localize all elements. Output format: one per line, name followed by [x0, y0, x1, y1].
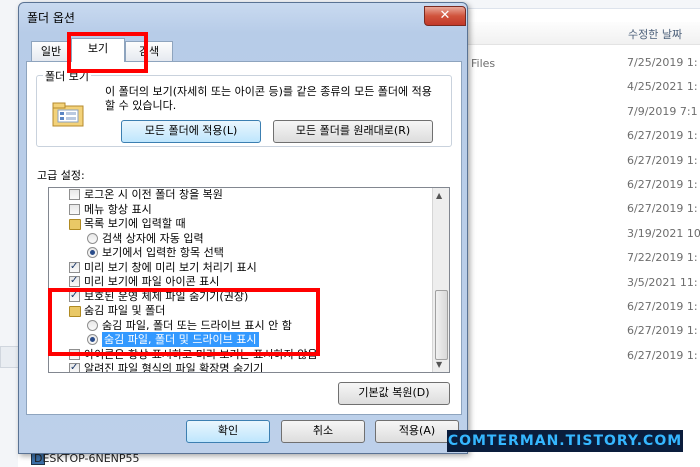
apply-to-folders-button[interactable]: 모든 폴더에 적용(L)	[121, 120, 261, 143]
setting-label: 알려진 파일 형식의 파일 확장명 숨기기	[84, 362, 264, 373]
date-cell[interactable]: 6/27/2019 1:	[627, 300, 698, 313]
date-cell[interactable]: 6/27/2019 1:	[627, 324, 698, 337]
scroll-up-icon[interactable]: ▲	[436, 191, 442, 200]
checkbox[interactable]	[69, 360, 80, 372]
setting-label: 미리 보기에 파일 아이콘 표시	[84, 275, 220, 288]
radio-button[interactable]	[87, 334, 98, 345]
date-cell[interactable]: 7/9/2019 7:1	[627, 105, 698, 118]
setting-label: 미리 보기 창에 미리 보기 처리기 표시	[84, 260, 257, 274]
setting-label: 보호된 운영 체제 파일 숨기기(권장)	[84, 289, 249, 303]
checkbox[interactable]	[69, 189, 80, 200]
setting-label: 검색 상자에 자동 입력	[102, 231, 204, 245]
setting-label: 로그온 시 이전 폴더 창을 복원	[84, 188, 223, 201]
view-tab-panel: 폴더 보기 이 폴더의 보기(자세히 또는 아이콘 등)를 같은 종류의 모든 …	[26, 61, 462, 415]
advanced-settings-list[interactable]: 로그온 시 이전 폴더 창을 복원 메뉴 항상 표시 목록 보기에 입력할 때 검색 …	[48, 187, 450, 373]
checkbox[interactable]	[69, 273, 80, 288]
dialog-title: 폴더 옵션	[27, 11, 75, 25]
tab-view[interactable]: 보기	[71, 38, 125, 62]
tab-general[interactable]: 일반	[31, 41, 71, 62]
date-cell[interactable]: 6/27/2019 1:	[627, 154, 698, 167]
setting-label: 목록 보기에 입력할 때	[84, 217, 186, 230]
date-cell[interactable]: 7/25/2019 1:	[627, 56, 698, 69]
folder-options-dialog: 폴더 옵션 ✕ 일반 보기 검색 폴더 보기 이 폴더의 보기(자세히 또는 아…	[18, 2, 468, 454]
cancel-button[interactable]: 취소	[281, 420, 365, 443]
folder-view-description: 이 폴더의 보기(자세히 또는 아이콘 등)를 같은 종류의 모든 폴더에 적용…	[105, 85, 432, 112]
folder-icon	[69, 219, 81, 230]
ok-button[interactable]: 확인	[186, 420, 270, 443]
checkbox[interactable]	[69, 348, 80, 360]
radio-button[interactable]	[87, 232, 98, 244]
files-label: Files	[471, 57, 496, 70]
date-cell[interactable]: 3/5/2021 11:	[627, 276, 698, 289]
watermark: COMTERMAN.TISTORY.COM	[447, 430, 683, 452]
checkbox[interactable]	[69, 288, 80, 303]
scroll-down-icon[interactable]: ▼	[436, 360, 442, 369]
setting-label: 숨김 파일, 폴더 및 드라이브 표시	[102, 332, 259, 347]
explorer-nav-item[interactable]	[0, 346, 20, 368]
close-button[interactable]: ✕	[424, 6, 466, 26]
folder-view-group: 폴더 보기 이 폴더의 보기(자세히 또는 아이콘 등)를 같은 종류의 모든 …	[36, 68, 452, 147]
reset-folders-button[interactable]: 모든 폴더를 원래대로(R)	[273, 120, 433, 143]
folder-icon	[69, 306, 81, 317]
date-cell[interactable]: 4/25/2021 1:	[627, 80, 698, 93]
checkbox[interactable]	[69, 259, 80, 274]
checkbox[interactable]	[69, 203, 80, 215]
setting-label: 숨김 파일 및 폴더	[84, 304, 166, 317]
setting-label: 아이콘은 항상 표시하고 미리 보기는 표시하지 않음	[84, 347, 318, 361]
folder-view-group-label: 폴더 보기	[43, 68, 91, 84]
advanced-settings-label: 고급 설정:	[37, 169, 85, 182]
date-cell[interactable]: 7/22/2019 1:	[627, 251, 698, 264]
date-cell[interactable]: 6/27/2019 1:	[627, 202, 698, 215]
scroll-thumb[interactable]	[435, 290, 448, 360]
explorer-nav-strip	[0, 0, 18, 467]
radio-button[interactable]	[87, 319, 98, 331]
date-cell[interactable]: 6/27/2019 1:	[627, 129, 698, 142]
setting-label: 보기에서 입력한 항목 선택	[102, 246, 224, 259]
folder-view-icon	[52, 102, 84, 127]
setting-label: 숨김 파일, 폴더 또는 드라이브 표시 안 함	[102, 318, 292, 332]
radio-button[interactable]	[87, 247, 98, 258]
tab-search[interactable]: 검색	[125, 41, 173, 62]
date-cell[interactable]: 6/27/2019 1:	[627, 349, 698, 362]
date-cell[interactable]: 3/19/2021 10	[627, 227, 700, 240]
restore-defaults-button[interactable]: 기본값 복원(D)	[338, 382, 450, 405]
date-modified-column-header[interactable]: 수정한 날짜	[628, 26, 682, 42]
list-scrollbar[interactable]: ▲ ▼	[432, 188, 449, 372]
date-cell[interactable]: 6/27/2019 1:	[627, 178, 698, 191]
setting-label: 메뉴 항상 표시	[84, 202, 152, 216]
